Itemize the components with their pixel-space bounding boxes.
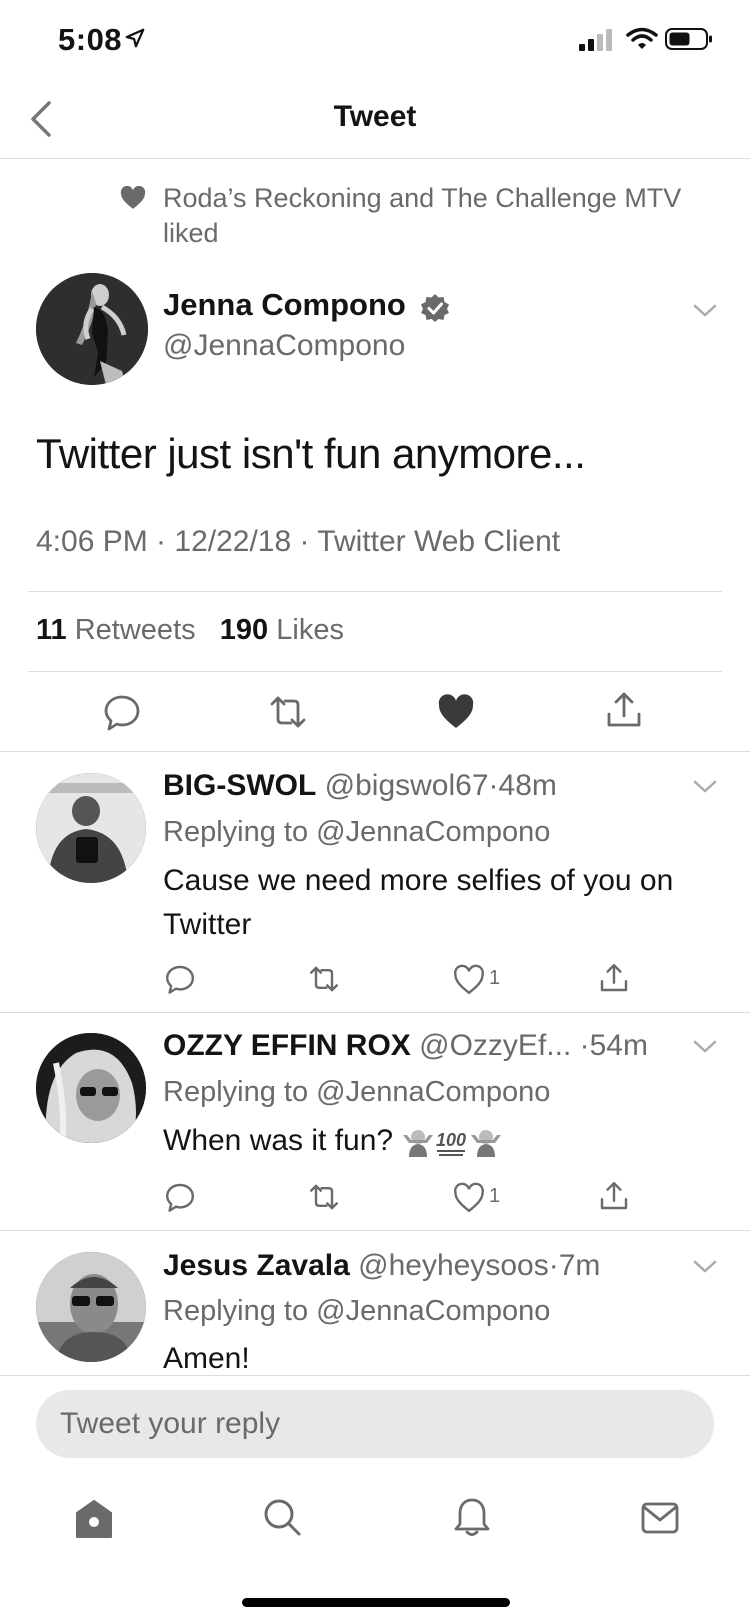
retweet-icon[interactable] [308, 963, 340, 995]
hundred-points-emoji: 100 [436, 1130, 467, 1157]
chevron-down-icon[interactable] [692, 779, 718, 795]
divider [28, 671, 722, 672]
author-handle[interactable]: @JennaCompono [163, 329, 405, 363]
home-icon[interactable] [74, 1499, 114, 1539]
reply-icon[interactable] [102, 692, 142, 732]
notifications-icon[interactable] [452, 1497, 492, 1537]
reply-header: OZZY EFFIN ROX @OzzyEf... ·54m [163, 1029, 648, 1063]
home-indicator [242, 1598, 510, 1607]
reply-icon[interactable] [164, 1181, 196, 1213]
retweets-count[interactable]: 11 [36, 614, 67, 646]
reply-text-line: When was it fun? 100 [163, 1119, 683, 1163]
battery-icon [665, 28, 712, 50]
author-avatar[interactable] [36, 273, 148, 385]
person-shrugging-emoji [471, 1130, 502, 1158]
social-context[interactable]: Roda’s Reckoning and The Challenge MTV l… [163, 181, 683, 251]
reply-time: ·54m [579, 1029, 648, 1062]
reply-avatar[interactable] [36, 1033, 146, 1143]
reply-text: Cause we need more selfies of you on Twi… [163, 864, 674, 941]
reply-time: ·7m [548, 1249, 601, 1282]
heart-icon [120, 186, 146, 209]
location-arrow-icon [125, 28, 145, 48]
chevron-down-icon[interactable] [692, 1259, 718, 1275]
replying-to[interactable]: Replying to @JennaCompono [163, 816, 550, 849]
tweet-meta: 4:06 PM · 12/22/18 · Twitter Web Client [36, 525, 561, 558]
divider [0, 158, 750, 159]
search-icon[interactable] [262, 1497, 302, 1537]
tweet-text: Twitter just isn't fun anymore... [36, 430, 586, 477]
share-icon[interactable] [598, 962, 630, 994]
reply-icon[interactable] [164, 963, 196, 995]
like-icon[interactable] [436, 692, 476, 732]
like-count: 1 [489, 1185, 501, 1207]
retweet-icon[interactable] [308, 1181, 340, 1213]
divider [0, 1230, 750, 1231]
tweet-stats: 11 Retweets 190 Likes [36, 614, 344, 647]
verified-badge-icon [421, 294, 449, 322]
reply-composer[interactable] [36, 1390, 714, 1458]
author-name[interactable]: Jenna Compono [163, 287, 406, 323]
reply-handle[interactable]: @heyheysoos [358, 1249, 549, 1282]
wifi-icon [626, 27, 658, 49]
chevron-down-icon[interactable] [692, 1039, 718, 1055]
reply-header: Jesus Zavala @heyheysoos·7m [163, 1249, 600, 1283]
reply-handle[interactable]: @OzzyEf... [419, 1029, 571, 1062]
signal-icon [579, 29, 612, 51]
reply-input[interactable] [36, 1390, 714, 1458]
reply-name[interactable]: Jesus Zavala [163, 1249, 350, 1282]
like-icon[interactable] [453, 964, 485, 996]
replying-to[interactable]: Replying to @JennaCompono [163, 1076, 550, 1109]
messages-icon[interactable] [640, 1498, 680, 1538]
divider [0, 1012, 750, 1013]
like-count: 1 [489, 967, 501, 989]
share-icon[interactable] [604, 690, 644, 730]
status-time: 5:08 [58, 22, 123, 57]
reply-name[interactable]: OZZY EFFIN ROX [163, 1029, 411, 1062]
chevron-down-icon[interactable] [692, 303, 718, 319]
svg-text:100: 100 [436, 1130, 466, 1150]
likes-label[interactable]: Likes [276, 614, 344, 646]
divider [0, 1375, 750, 1376]
retweet-icon[interactable] [268, 692, 308, 732]
reply-header: BIG-SWOL @bigswol67·48m [163, 769, 557, 803]
reply-name[interactable]: BIG-SWOL [163, 769, 316, 802]
nav-title: Tweet [333, 100, 417, 133]
reply-time: ·48m [488, 769, 557, 802]
reply-text: When was it fun? [163, 1124, 394, 1157]
share-icon[interactable] [598, 1180, 630, 1212]
reply-handle[interactable]: @bigswol67 [325, 769, 489, 802]
divider [0, 751, 750, 752]
reply-avatar[interactable] [36, 773, 146, 883]
replying-to[interactable]: Replying to @JennaCompono [163, 1295, 550, 1328]
person-shrugging-emoji [403, 1130, 434, 1158]
likes-count[interactable]: 190 [220, 614, 268, 646]
reply-avatar[interactable] [36, 1252, 146, 1362]
retweets-label[interactable]: Retweets [75, 614, 196, 646]
like-icon[interactable] [453, 1182, 485, 1214]
divider [28, 591, 722, 592]
